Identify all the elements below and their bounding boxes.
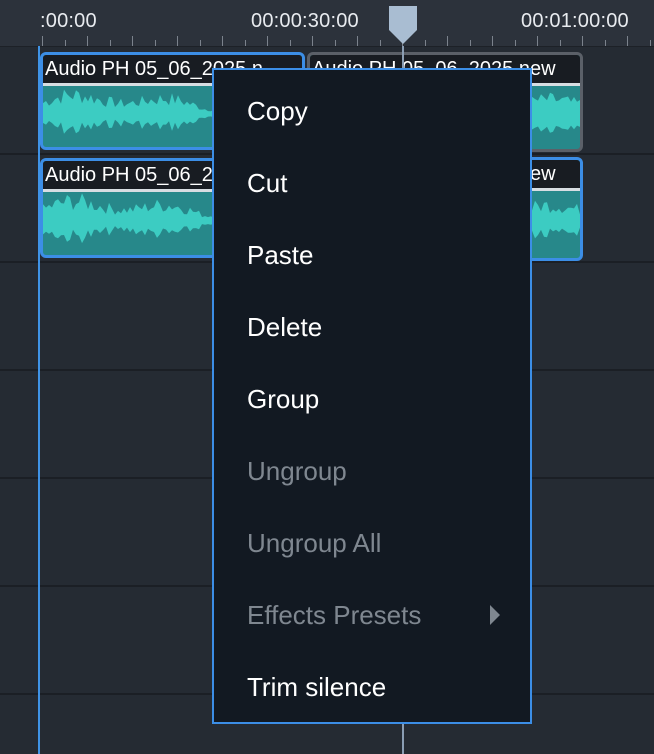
ruler-tick [492, 36, 493, 46]
ruler-tick [65, 40, 66, 46]
menu-item-cut[interactable]: Cut [214, 147, 530, 219]
ruler-tick [357, 36, 358, 46]
ruler-tick [42, 36, 43, 46]
ruler-tick [245, 40, 246, 46]
ruler-label-start: :00:00 [40, 10, 97, 32]
ruler-tick [650, 40, 651, 46]
timeline-start-guide [38, 46, 40, 754]
ruler-tick [582, 36, 583, 46]
ruler-tick [87, 36, 88, 46]
menu-item-label: Delete [247, 312, 323, 342]
menu-item-paste[interactable]: Paste [214, 219, 530, 291]
menu-item-ungroup-all[interactable]: Ungroup All [214, 507, 530, 579]
ruler-tick [447, 36, 448, 46]
ruler-tick [425, 40, 426, 46]
menu-item-label: Group [247, 384, 320, 414]
ruler-tick [222, 36, 223, 46]
ruler-tick [470, 40, 471, 46]
menu-item-copy[interactable]: Copy [214, 75, 530, 147]
ruler-tick [335, 40, 336, 46]
timeline-ruler[interactable]: :00:00 00:00:30:00 00:01:00:00 [0, 0, 654, 47]
menu-item-label: Copy [247, 96, 308, 126]
ruler-tick [110, 40, 111, 46]
ruler-tick [627, 36, 628, 46]
ruler-tick [132, 36, 133, 46]
context-menu: Copy Cut Paste Delete Group Ungroup Ungr… [212, 68, 532, 724]
playhead-handle-icon[interactable] [387, 6, 419, 46]
ruler-tick [267, 36, 268, 46]
menu-item-effects-presets[interactable]: Effects Presets [214, 579, 530, 651]
menu-item-label: Cut [247, 168, 288, 198]
ruler-label-1min: 00:01:00:00 [521, 10, 629, 32]
menu-item-group[interactable]: Group [214, 363, 530, 435]
menu-item-delete[interactable]: Delete [214, 291, 530, 363]
menu-item-label: Ungroup [247, 456, 347, 486]
ruler-tick [605, 40, 606, 46]
menu-item-ungroup[interactable]: Ungroup [214, 435, 530, 507]
menu-item-label: Paste [247, 240, 314, 270]
menu-item-label: Ungroup All [247, 528, 382, 558]
menu-item-trim-silence[interactable]: Trim silence [214, 651, 530, 723]
ruler-tick [177, 36, 178, 46]
ruler-tick [515, 40, 516, 46]
ruler-tick [290, 40, 291, 46]
ruler-tick [560, 40, 561, 46]
ruler-tick [312, 36, 313, 46]
ruler-tick [155, 40, 156, 46]
ruler-tick [537, 36, 538, 46]
menu-item-label: Trim silence [247, 672, 387, 702]
ruler-tick [380, 40, 381, 46]
submenu-arrow-icon [490, 605, 500, 625]
ruler-label-30s: 00:00:30:00 [251, 10, 359, 32]
menu-item-label: Effects Presets [247, 600, 422, 630]
ruler-tick [200, 40, 201, 46]
